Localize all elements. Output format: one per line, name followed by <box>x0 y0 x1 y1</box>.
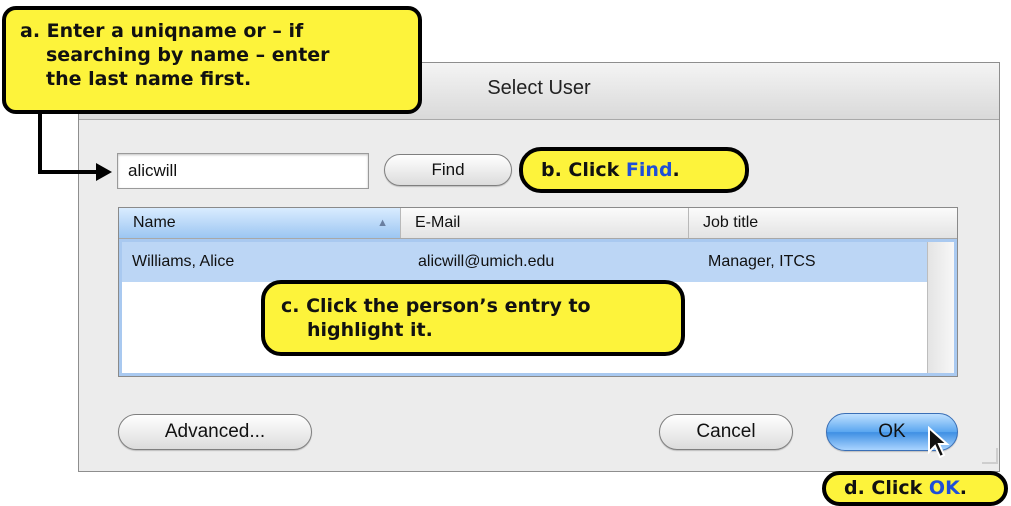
resize-grip-icon[interactable] <box>982 448 998 464</box>
column-header-email[interactable]: E-Mail <box>401 208 689 238</box>
vertical-scrollbar[interactable] <box>927 242 954 373</box>
cell-name: Williams, Alice <box>132 253 235 270</box>
callout-a-line1: a. Enter a uniqname or – if <box>20 20 304 42</box>
callout-c-line2: highlight it. <box>307 319 433 341</box>
callout-d-suffix: . <box>959 477 968 499</box>
column-header-job-title[interactable]: Job title <box>689 208 957 238</box>
callout-c: c. Click the person’s entry to highlight… <box>261 280 685 356</box>
search-input[interactable] <box>117 153 369 189</box>
callout-d-prefix: d. Click <box>844 477 929 499</box>
column-header-name[interactable]: Name ▲ <box>119 208 401 238</box>
sort-ascending-icon: ▲ <box>377 217 388 229</box>
callout-c-line1: c. Click the person’s entry to <box>281 295 591 317</box>
callout-a: a. Enter a uniqname or – if searching by… <box>2 6 422 114</box>
cell-job-title: Manager, ITCS <box>708 253 816 270</box>
table-row[interactable]: Williams, Alice alicwill@umich.edu Manag… <box>122 242 930 282</box>
callout-d: d. Click OK. <box>822 471 1008 506</box>
callout-a-line2: searching by name – enter <box>46 44 330 66</box>
callout-a-line3: the last name first. <box>46 68 252 90</box>
table-header: Name ▲ E-Mail Job title <box>119 208 957 239</box>
cancel-button[interactable]: Cancel <box>659 414 793 450</box>
callout-b: b. Click Find. <box>519 147 749 193</box>
callout-b-suffix: . <box>672 159 680 181</box>
callout-d-highlight: OK <box>928 477 960 499</box>
callout-b-highlight: Find <box>625 159 673 181</box>
column-header-name-label: Name <box>133 214 176 231</box>
find-button[interactable]: Find <box>384 154 512 186</box>
cell-email: alicwill@umich.edu <box>418 253 555 270</box>
mouse-pointer-icon <box>928 426 950 459</box>
advanced-button[interactable]: Advanced... <box>118 414 312 450</box>
callout-b-prefix: b. Click <box>541 159 626 181</box>
